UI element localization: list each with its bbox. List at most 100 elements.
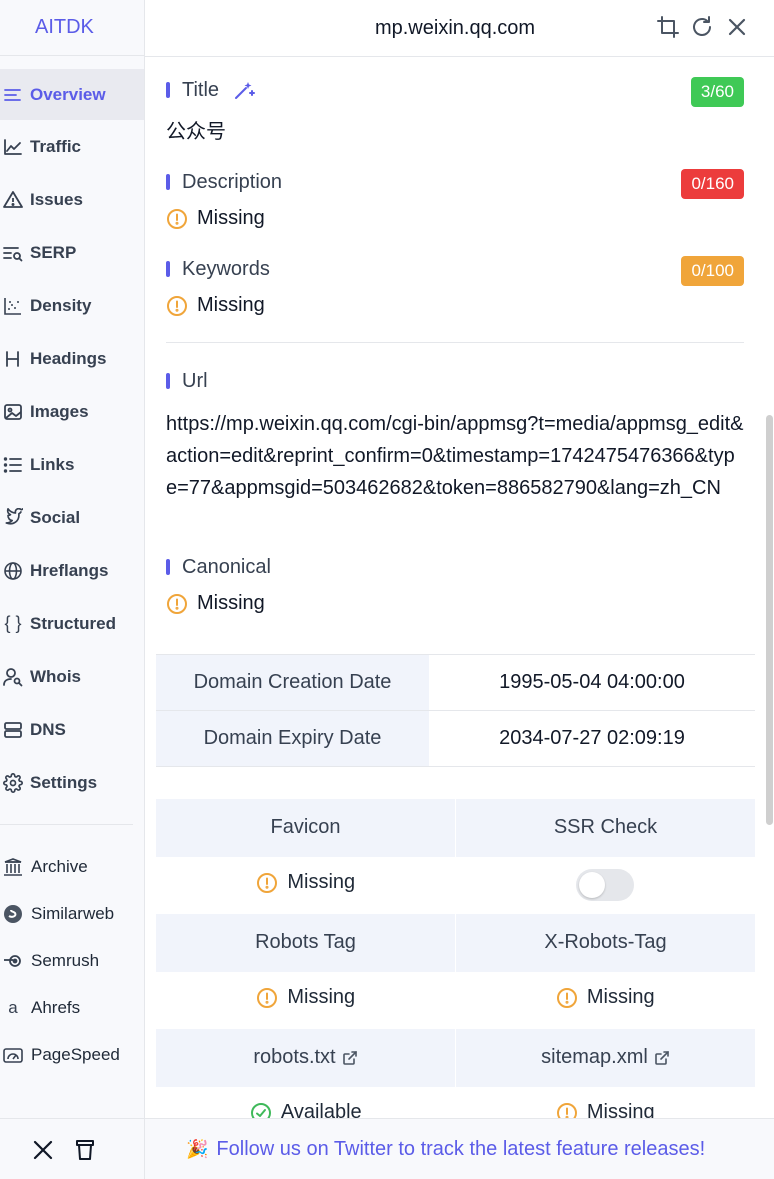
table-row: Missing Missing — [156, 972, 755, 1030]
sidebar-item-dns[interactable]: DNS — [0, 703, 144, 756]
sidebar-item-structured[interactable]: { } Structured — [0, 597, 144, 650]
title-field: Title 3/60 公众号 — [166, 77, 744, 144]
url-label: Url — [182, 369, 208, 392]
header: mp.weixin.qq.com — [145, 0, 774, 57]
archive-icon — [2, 856, 24, 878]
twitter-follow-link[interactable]: 🎉 Follow us on Twitter to track the late… — [186, 1119, 705, 1179]
close-icon — [728, 18, 746, 36]
table-row: Missing — [156, 857, 755, 915]
sidebar-item-social[interactable]: Social — [0, 491, 144, 544]
external-item-label: Semrush — [31, 950, 100, 970]
robots-txt-link[interactable]: robots.txt — [156, 1029, 456, 1087]
robots-txt-status: Available — [156, 1087, 456, 1118]
external-item-similarweb[interactable]: Similarweb — [0, 890, 144, 937]
refresh-button[interactable] — [689, 14, 715, 40]
domain-dates-table: Domain Creation Date 1995-05-04 04:00:00… — [156, 654, 755, 767]
ssr-check-toggle[interactable] — [576, 869, 635, 902]
external-item-semrush[interactable]: Semrush — [0, 937, 144, 984]
warning-icon — [167, 593, 187, 614]
x-twitter-button[interactable] — [31, 1138, 55, 1162]
sidebar-item-traffic[interactable]: Traffic — [0, 120, 144, 173]
sidebar-item-density[interactable]: Density — [0, 279, 144, 332]
sidebar-item-label: Social — [30, 507, 81, 527]
keywords-status: Missing — [166, 294, 744, 317]
party-popper-icon: 🎉 — [186, 1139, 209, 1159]
sidebar-item-label: Hreflangs — [30, 560, 109, 580]
favicon-status: Missing — [156, 857, 456, 915]
x-robots-tag-status: Missing — [456, 972, 756, 1030]
sidebar-item-label: Overview — [30, 84, 106, 104]
external-item-archive[interactable]: Archive — [0, 843, 144, 890]
sidebar-item-serp[interactable]: SERP — [0, 226, 144, 279]
description-field: Description 0/160 Missing — [166, 169, 744, 230]
robots-tag-value: Missing — [287, 986, 356, 1008]
ssr-check-status — [456, 857, 756, 915]
sidebar-item-label: Density — [30, 295, 92, 315]
settings-icon — [2, 772, 24, 794]
sidebar-item-label: Whois — [30, 666, 81, 686]
sitemap-xml-link[interactable]: sitemap.xml — [455, 1029, 755, 1087]
table-row: Favicon SSR Check — [156, 799, 755, 857]
keywords-value: Missing — [197, 294, 265, 316]
url-field: Url https://mp.weixin.qq.com/cgi-bin/app… — [166, 368, 744, 504]
robots-txt-label: robots.txt — [253, 1046, 336, 1069]
close-button[interactable] — [724, 14, 750, 40]
sidebar-item-label: Issues — [30, 189, 83, 209]
sidebar-item-headings[interactable]: Headings — [0, 332, 144, 385]
table-row: Domain Expiry Date 2034-07-27 02:09:19 — [156, 710, 755, 767]
semrush-icon — [2, 950, 24, 972]
ahrefs-icon: a — [8, 998, 18, 1018]
domain-expiry-label: Domain Expiry Date — [156, 710, 429, 767]
similarweb-icon — [2, 903, 24, 925]
sidebar-item-whois[interactable]: Whois — [0, 650, 144, 703]
trash-icon — [76, 1140, 94, 1160]
external-item-label: Archive — [31, 856, 88, 876]
title-length-badge: 3/60 — [690, 77, 744, 107]
links-icon — [2, 454, 24, 476]
table-row: Domain Creation Date 1995-05-04 04:00:00 — [156, 654, 755, 711]
sitemap-label: sitemap.xml — [541, 1046, 648, 1069]
sidebar-item-settings[interactable]: Settings — [0, 756, 144, 809]
pagespeed-icon — [2, 1044, 24, 1066]
overview-panel: Title 3/60 公众号 Description 0/160 Missing… — [145, 57, 765, 1118]
sitemap-value: Missing — [586, 1101, 655, 1118]
magic-wand-icon[interactable] — [233, 79, 256, 101]
scrollbar-thumb[interactable] — [766, 415, 773, 825]
keywords-label-row: Keywords — [166, 256, 744, 282]
warning-icon — [556, 987, 577, 1008]
keywords-field: Keywords 0/100 Missing — [166, 256, 744, 317]
external-link-icon — [342, 1050, 357, 1065]
app-logo[interactable]: AITDK — [0, 0, 144, 56]
sidebar-item-label: Images — [30, 401, 89, 421]
footer-icons — [0, 1119, 145, 1179]
x-twitter-icon — [33, 1140, 53, 1160]
url-value[interactable]: https://mp.weixin.qq.com/cgi-bin/appmsg?… — [166, 408, 744, 504]
label-marker — [166, 174, 170, 190]
description-status: Missing — [166, 207, 744, 230]
table-row: Robots Tag X-Robots-Tag — [156, 914, 755, 972]
sidebar-item-hreflangs[interactable]: Hreflangs — [0, 544, 144, 597]
canonical-field: Canonical Missing — [166, 554, 744, 615]
title-label: Title — [182, 78, 220, 101]
domain-expiry-value: 2034-07-27 02:09:19 — [429, 710, 755, 767]
trash-button[interactable] — [73, 1138, 97, 1162]
sidebar-item-links[interactable]: Links — [0, 438, 144, 491]
crop-button[interactable] — [655, 14, 681, 40]
sidebar-item-images[interactable]: Images — [0, 385, 144, 438]
sidebar-item-label: Traffic — [30, 136, 82, 156]
sidebar-item-overview[interactable]: Overview — [0, 69, 144, 120]
external-item-pagespeed[interactable]: PageSpeed — [0, 1032, 144, 1079]
dns-icon — [2, 719, 24, 741]
sidebar-item-issues[interactable]: Issues — [0, 173, 144, 226]
label-marker — [166, 261, 170, 277]
external-item-label: PageSpeed — [31, 1045, 120, 1065]
external-link-icon — [655, 1050, 669, 1065]
sitemap-status: Missing — [456, 1087, 756, 1118]
keywords-length-badge: 0/100 — [681, 256, 744, 286]
label-marker — [166, 82, 170, 98]
ssr-check-label: SSR Check — [455, 799, 755, 857]
description-value: Missing — [197, 207, 265, 229]
external-item-ahrefs[interactable]: a Ahrefs — [0, 985, 144, 1032]
warning-icon — [167, 295, 187, 316]
warning-icon — [257, 872, 278, 893]
